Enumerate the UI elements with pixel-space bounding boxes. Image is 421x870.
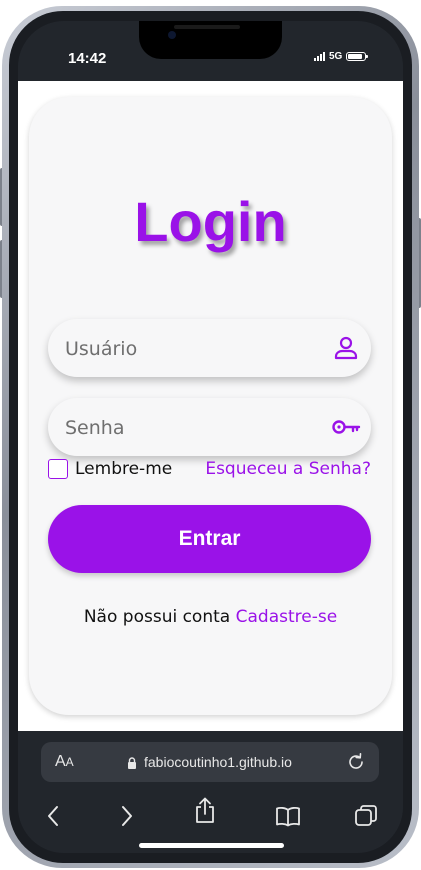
forward-button[interactable] <box>112 801 142 831</box>
forward-icon <box>122 806 132 826</box>
login-button[interactable]: Entrar <box>48 505 371 573</box>
remember-label[interactable]: Lembre-me <box>75 459 172 479</box>
bookmarks-icon <box>276 806 300 827</box>
share-button[interactable] <box>190 795 220 825</box>
web-content: Login Usuário Lembre-me Esqueceu a Senha… <box>18 81 403 731</box>
password-field[interactable] <box>48 398 371 458</box>
text-size-label-small: A <box>65 755 74 769</box>
tabs-icon <box>355 805 377 826</box>
phone-screen: 14:42 5G Login Usuário Lembre-me Esquece… <box>18 21 403 853</box>
text-size-label-large: A <box>55 753 66 770</box>
front-camera <box>168 31 176 39</box>
remember-checkbox[interactable] <box>48 459 68 479</box>
status-bar: 14:42 5G <box>18 21 403 81</box>
speaker-grille <box>174 25 240 29</box>
text-size-button[interactable]: AA <box>55 753 74 771</box>
url-text: fabiocoutinho1.github.io <box>144 754 292 770</box>
status-icons: 5G <box>314 51 369 62</box>
share-icon <box>196 797 214 823</box>
password-input[interactable] <box>63 398 327 458</box>
phone-body: 14:42 5G Login Usuário Lembre-me Esquece… <box>2 6 419 868</box>
key-icon <box>332 420 361 434</box>
phone-bezel: 14:42 5G Login Usuário Lembre-me Esquece… <box>9 11 412 863</box>
back-button[interactable] <box>38 801 68 831</box>
reload-icon[interactable] <box>346 752 366 772</box>
back-icon <box>48 806 58 826</box>
user-icon <box>334 336 358 360</box>
phone-frame: 14:42 5G Login Usuário Lembre-me Esquece… <box>0 0 421 870</box>
home-indicator[interactable] <box>139 843 284 848</box>
lock-icon <box>128 757 136 769</box>
browser-toolbar: AA fabiocoutinho1.github.io <box>18 731 403 853</box>
username-input[interactable] <box>63 319 327 379</box>
browser-nav-row <box>18 797 403 831</box>
signup-prompt: Não possui conta <box>83 607 231 627</box>
forgot-password-link[interactable]: Esqueceu a Senha? <box>205 459 371 479</box>
network-label: 5G <box>329 51 343 62</box>
signup-link[interactable]: Cadastre-se <box>236 607 338 627</box>
remember-row: Lembre-me Esqueceu a Senha? <box>48 459 371 483</box>
login-title: Login <box>134 190 287 253</box>
signup-row: Não possui conta Cadastre-se <box>29 607 392 627</box>
tabs-button[interactable] <box>351 801 381 831</box>
bookmarks-button[interactable] <box>273 801 303 831</box>
status-time: 14:42 <box>68 50 107 67</box>
signal-icon <box>314 52 325 61</box>
username-field[interactable] <box>48 319 371 379</box>
login-card: Login Usuário Lembre-me Esqueceu a Senha… <box>29 97 392 715</box>
battery-icon <box>346 52 369 61</box>
address-bar[interactable]: AA fabiocoutinho1.github.io <box>41 742 379 782</box>
